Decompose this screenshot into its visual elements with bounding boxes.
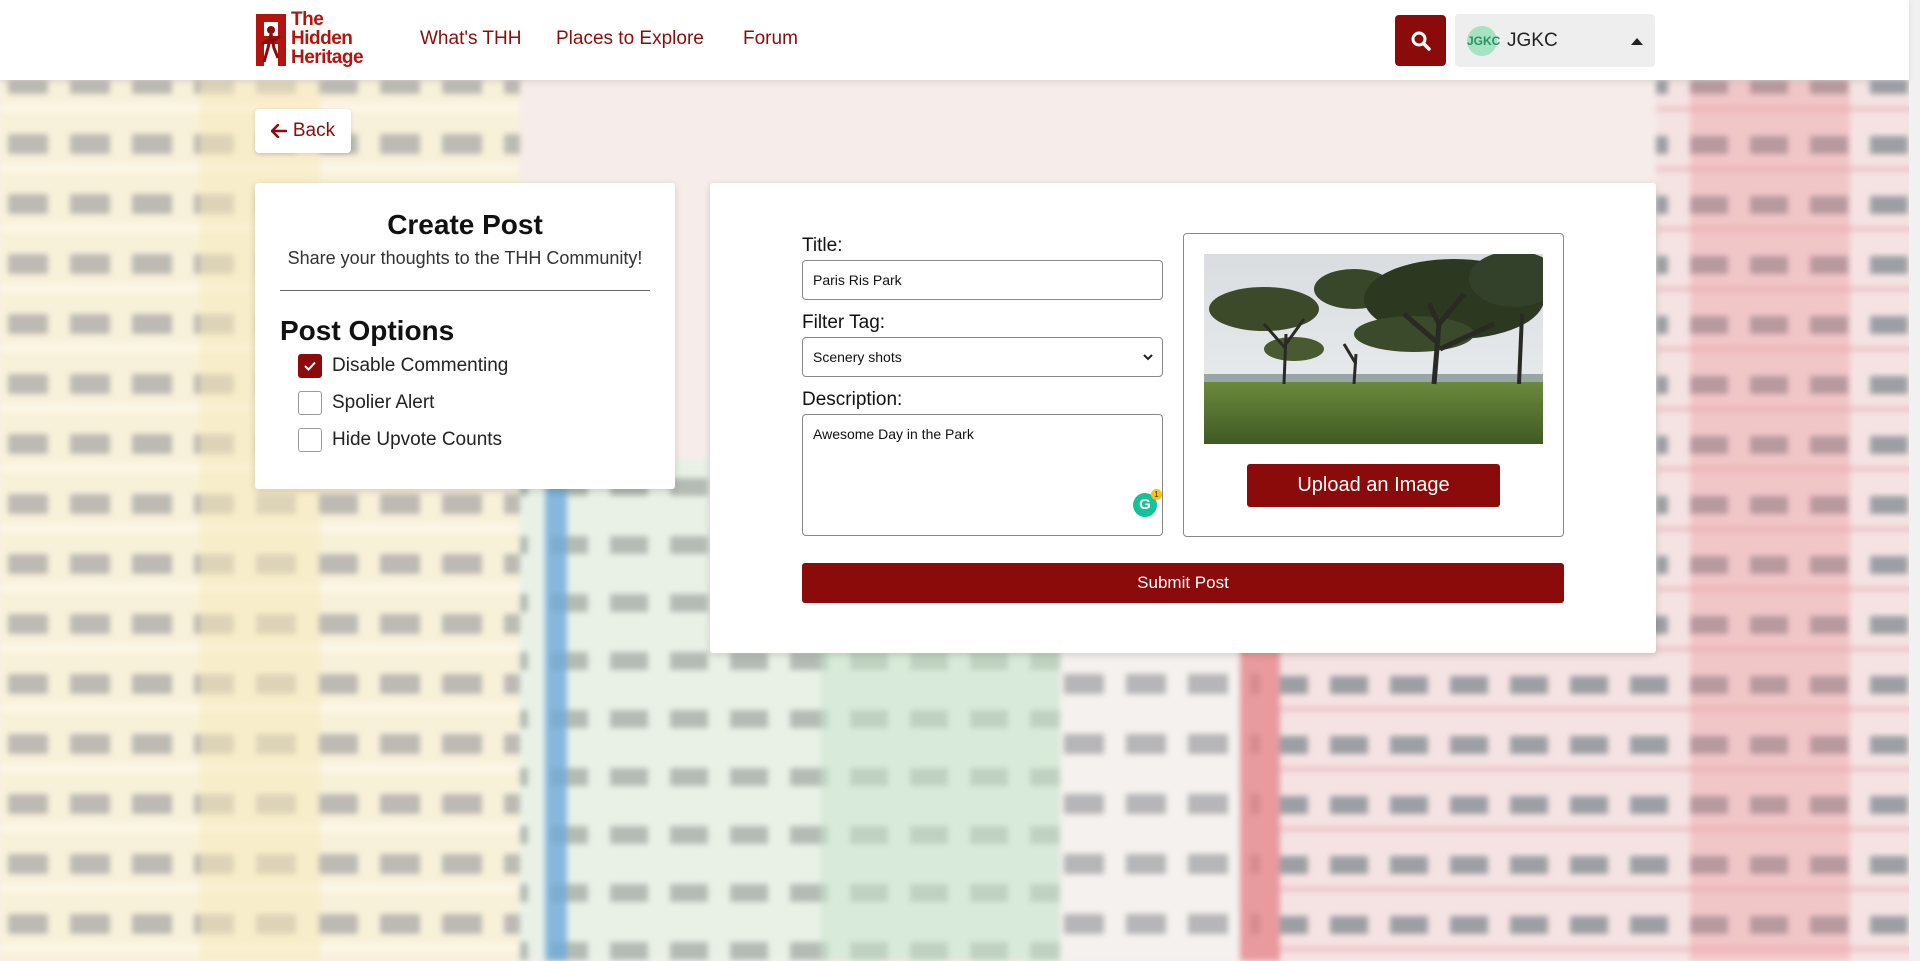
logo-line: Hidden xyxy=(291,28,353,49)
option-label: Spolier Alert xyxy=(332,392,435,413)
spoiler-alert-checkbox[interactable] xyxy=(298,391,322,415)
search-button[interactable] xyxy=(1395,15,1446,66)
checkmark-icon xyxy=(304,361,316,371)
caret-up-icon xyxy=(1631,38,1643,45)
option-label: Hide Upvote Counts xyxy=(332,429,503,450)
post-options-title: Post Options xyxy=(280,315,455,346)
user-name: JGKC xyxy=(1507,30,1558,51)
nav-link-forum[interactable]: Forum xyxy=(743,28,798,50)
description-label: Description: xyxy=(802,389,903,410)
grammarly-count-badge: 1 xyxy=(1151,489,1162,500)
logo-line: Heritage xyxy=(291,47,364,68)
arrow-left-icon xyxy=(270,124,287,138)
option-spoiler-alert[interactable]: Spolier Alert xyxy=(298,390,434,416)
page-subtitle: Share your thoughts to the THH Community… xyxy=(287,248,643,268)
chevron-down-icon xyxy=(1143,354,1153,361)
upload-image-button[interactable]: Upload an Image xyxy=(1247,464,1500,507)
filter-tag-label: Filter Tag: xyxy=(802,312,886,333)
description-value: Awesome Day in the Park xyxy=(813,426,974,442)
avatar: JGKC xyxy=(1467,26,1500,56)
back-label: Back xyxy=(292,120,336,141)
title-label: Title: xyxy=(802,235,843,256)
divider xyxy=(280,290,650,291)
image-preview xyxy=(1204,254,1543,444)
create-post-card: Create Post Share your thoughts to the T… xyxy=(255,183,675,489)
nav-link-places-to-explore[interactable]: Places to Explore xyxy=(556,28,704,50)
post-form-card: Title: Paris Ris Park Filter Tag: Scener… xyxy=(710,183,1656,653)
option-disable-commenting[interactable]: Disable Commenting xyxy=(298,353,508,379)
filter-tag-value: Scenery shots xyxy=(813,349,902,365)
option-hide-upvote-counts[interactable]: Hide Upvote Counts xyxy=(298,427,502,453)
filter-tag-select[interactable]: Scenery shots xyxy=(802,337,1163,377)
logo[interactable]: The Hidden Heritage xyxy=(256,10,374,70)
title-value: Paris Ris Park xyxy=(813,272,902,288)
submit-post-button[interactable]: Submit Post xyxy=(802,563,1564,603)
image-upload-box: Upload an Image xyxy=(1183,233,1564,537)
option-label: Disable Commenting xyxy=(332,355,509,376)
user-menu-dropdown[interactable]: JGKC JGKC xyxy=(1455,14,1655,67)
search-icon xyxy=(1411,31,1431,51)
back-button[interactable]: Back xyxy=(255,109,351,153)
description-textarea[interactable]: Awesome Day in the Park G 1 xyxy=(802,414,1163,536)
logo-text: The Hidden Heritage xyxy=(291,9,364,68)
disable-commenting-checkbox[interactable] xyxy=(298,354,322,378)
logo-mark-icon xyxy=(256,14,286,66)
scrollbar[interactable] xyxy=(1909,0,1920,961)
logo-line: The xyxy=(291,9,324,30)
title-input[interactable]: Paris Ris Park xyxy=(802,260,1163,300)
nav-link-whats-thh[interactable]: What's THH xyxy=(420,28,521,50)
navbar: The Hidden Heritage What's THH Places to… xyxy=(0,0,1909,80)
hide-upvote-counts-checkbox[interactable] xyxy=(298,428,322,452)
page-title: Create Post xyxy=(387,209,543,240)
